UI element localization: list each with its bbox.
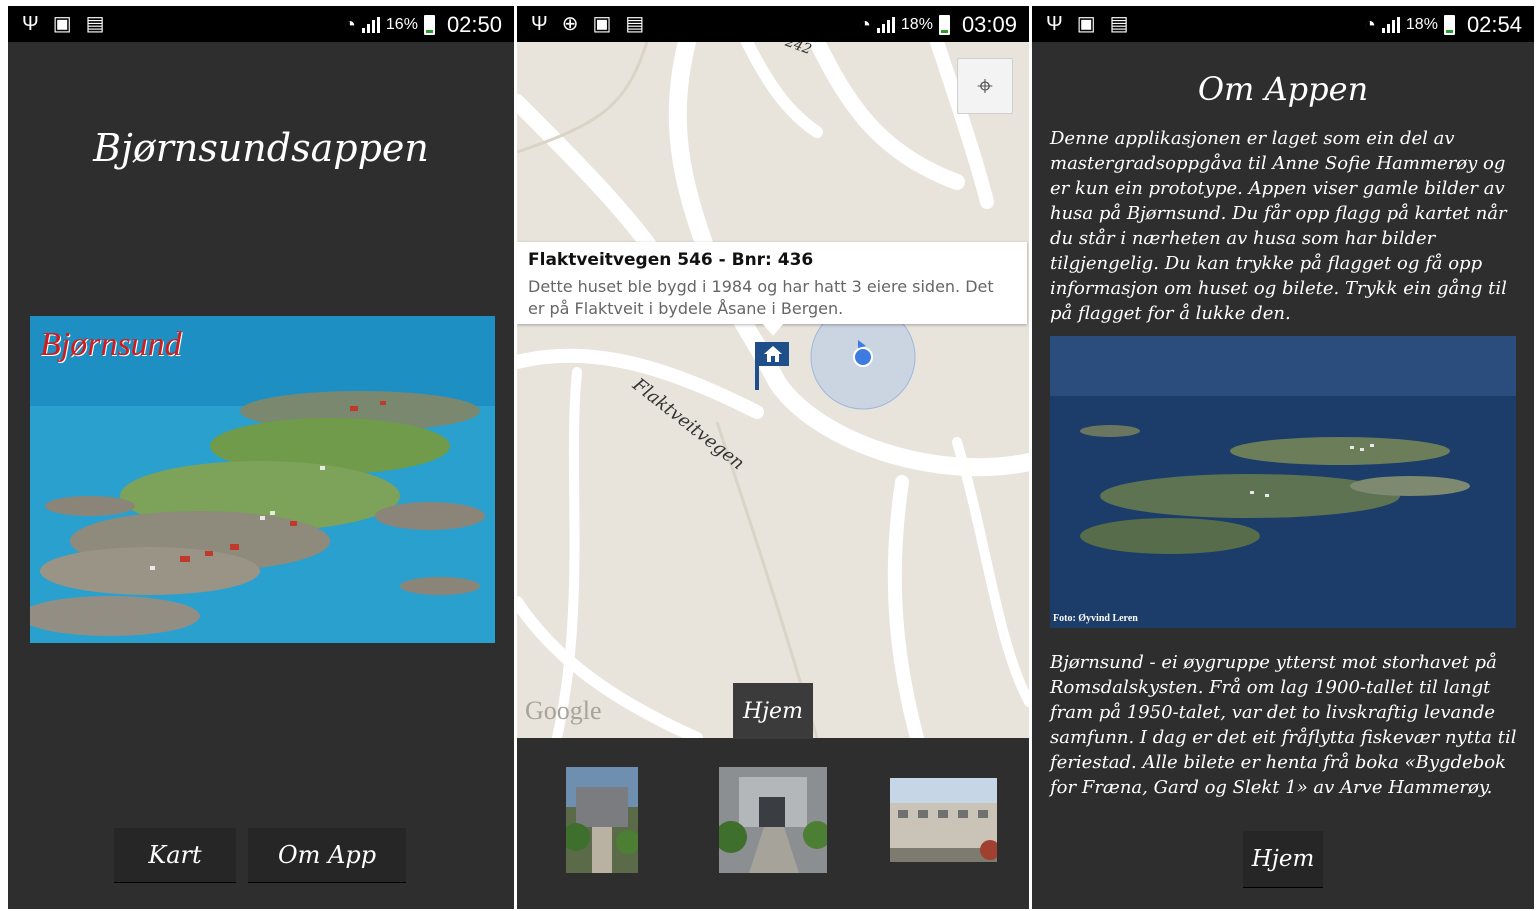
home-screen: Ψ ▣ ▤ ◔ 16% 02:50 Bjørnsundsappen Bjørns… xyxy=(8,6,514,909)
device-icon: ▣ xyxy=(52,13,72,35)
about-paragraph-1: Denne applikasjonen er laget som ein del… xyxy=(1050,128,1507,324)
battery-icon xyxy=(938,15,950,35)
popup-pointer xyxy=(763,324,783,336)
about-screen: Ψ ▣ ▤ ◔ 18% 02:54 Om Appen Denne applika… xyxy=(1032,6,1534,909)
battery-percent: 16% xyxy=(385,16,418,33)
map-button[interactable]: Kart xyxy=(114,828,236,882)
aerial-photo: Foto: Øyvind Leren xyxy=(1050,336,1516,628)
app-title: Bjørnsundsappen xyxy=(93,126,429,170)
wifi-icon: ◔ xyxy=(343,14,356,36)
signal-icon xyxy=(1381,17,1400,33)
house-photo xyxy=(719,767,827,873)
wifi-icon: ◔ xyxy=(858,14,871,36)
house-thumbnail-1[interactable] xyxy=(566,767,638,873)
map-view[interactable]: Flaktveitvegen 242 ⌖ Flaktveitvegen 546 … xyxy=(517,42,1029,738)
status-bar: Ψ ▣ ▤ ◔ 18% 02:54 xyxy=(1032,6,1534,42)
map-screen: Ψ ⊕ ▣ ▤ ◔ 18% 03:09 Flaktveitvegen 242 ⌖… xyxy=(517,6,1029,909)
clock: 02:54 xyxy=(1466,12,1522,37)
signal-icon xyxy=(876,17,895,33)
my-location-button[interactable]: ⌖ xyxy=(957,58,1013,114)
house-thumbnail-2[interactable] xyxy=(719,767,827,873)
island-logo-text: Bjørnsund xyxy=(40,326,182,363)
map-roads xyxy=(517,42,1029,738)
clock: 02:50 xyxy=(446,12,502,37)
house-thumbnail-3[interactable] xyxy=(890,778,997,862)
house-photo xyxy=(890,778,997,862)
about-paragraph-2: Bjørnsund - ei øygruppe ytterst mot stor… xyxy=(1050,652,1517,798)
usb-icon: Ψ xyxy=(531,13,548,35)
device-icon: ▣ xyxy=(592,13,612,35)
device-icon: ▣ xyxy=(1076,13,1096,35)
status-bar: Ψ ⊕ ▣ ▤ ◔ 18% 03:09 xyxy=(517,6,1029,42)
signal-icon xyxy=(361,17,380,33)
status-bar: Ψ ▣ ▤ ◔ 16% 02:50 xyxy=(8,6,514,42)
battery-percent: 18% xyxy=(1405,16,1438,33)
crosshair-icon: ⌖ xyxy=(977,69,993,102)
popup-body: Dette huset ble bygd i 1984 og har hatt … xyxy=(528,277,994,318)
google-logo: Google xyxy=(525,696,602,725)
about-button[interactable]: Om App xyxy=(248,828,406,882)
battery-icon xyxy=(1443,15,1455,35)
island-image: Bjørnsund xyxy=(30,316,495,643)
aerial-illustration xyxy=(1050,336,1516,628)
usb-icon: Ψ xyxy=(1046,13,1063,35)
home-button[interactable]: Hjem xyxy=(733,683,813,739)
house-photo xyxy=(566,767,638,873)
photo-credit: Foto: Øyvind Leren xyxy=(1053,613,1138,624)
about-title: Om Appen xyxy=(1197,70,1369,108)
gps-icon: ⊕ xyxy=(561,13,579,35)
battery-percent: 18% xyxy=(900,16,933,33)
bag-icon: ▤ xyxy=(625,13,645,35)
info-popup[interactable]: Flaktveitvegen 546 - Bnr: 436 Dette huse… xyxy=(517,242,1027,324)
island-illustration xyxy=(30,316,495,643)
usb-icon: Ψ xyxy=(22,13,39,35)
battery-icon xyxy=(423,15,435,35)
home-button[interactable]: Hjem xyxy=(1243,831,1323,887)
home-button-row: Kart Om App xyxy=(114,828,406,882)
wifi-icon: ◔ xyxy=(1363,14,1376,36)
bag-icon: ▤ xyxy=(1109,13,1129,35)
popup-title: Flaktveitvegen 546 - Bnr: 436 xyxy=(528,250,814,270)
bag-icon: ▤ xyxy=(85,13,105,35)
clock: 03:09 xyxy=(961,12,1017,37)
